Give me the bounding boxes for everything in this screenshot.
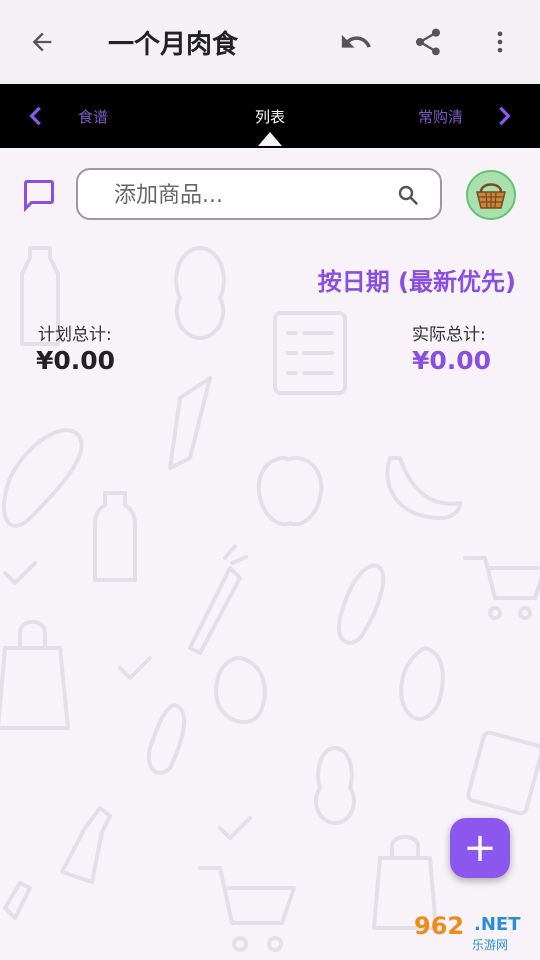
- tab-list[interactable]: 列表: [255, 106, 285, 127]
- tab-prev-chevron-icon[interactable]: [18, 98, 54, 134]
- basket-icon[interactable]: [466, 170, 516, 220]
- watermark-subtitle: 乐游网: [472, 938, 509, 952]
- undo-icon[interactable]: [334, 20, 378, 64]
- comment-icon[interactable]: [18, 174, 60, 216]
- add-item-input[interactable]: [112, 179, 386, 211]
- watermark-suffix: .NET: [474, 914, 521, 935]
- active-tab-indicator: [258, 132, 282, 146]
- actual-total-value: ¥0.00: [412, 346, 492, 375]
- add-item-search-box[interactable]: [76, 168, 442, 220]
- actual-total-label: 实际总计:: [412, 325, 486, 345]
- sort-order-button[interactable]: 按日期 (最新优先): [318, 262, 516, 297]
- planned-total-label: 计划总计:: [38, 325, 112, 345]
- more-vert-icon[interactable]: [478, 20, 522, 64]
- add-item-fab[interactable]: +: [450, 818, 510, 878]
- share-icon[interactable]: [406, 20, 450, 64]
- tab-next-chevron-icon[interactable]: [486, 98, 522, 134]
- page-title: 一个月肉食: [108, 30, 239, 60]
- tab-frequent[interactable]: 常购清: [418, 106, 463, 127]
- watermark-logo: 962 .NET 乐游网: [400, 912, 536, 956]
- back-arrow-icon[interactable]: [20, 20, 64, 64]
- planned-total-value: ¥0.00: [36, 346, 116, 375]
- app-bar: 一个月肉食: [0, 0, 540, 84]
- tab-recipes[interactable]: 食谱: [78, 106, 108, 127]
- search-icon[interactable]: [396, 183, 420, 211]
- watermark-brand: 962: [414, 912, 465, 940]
